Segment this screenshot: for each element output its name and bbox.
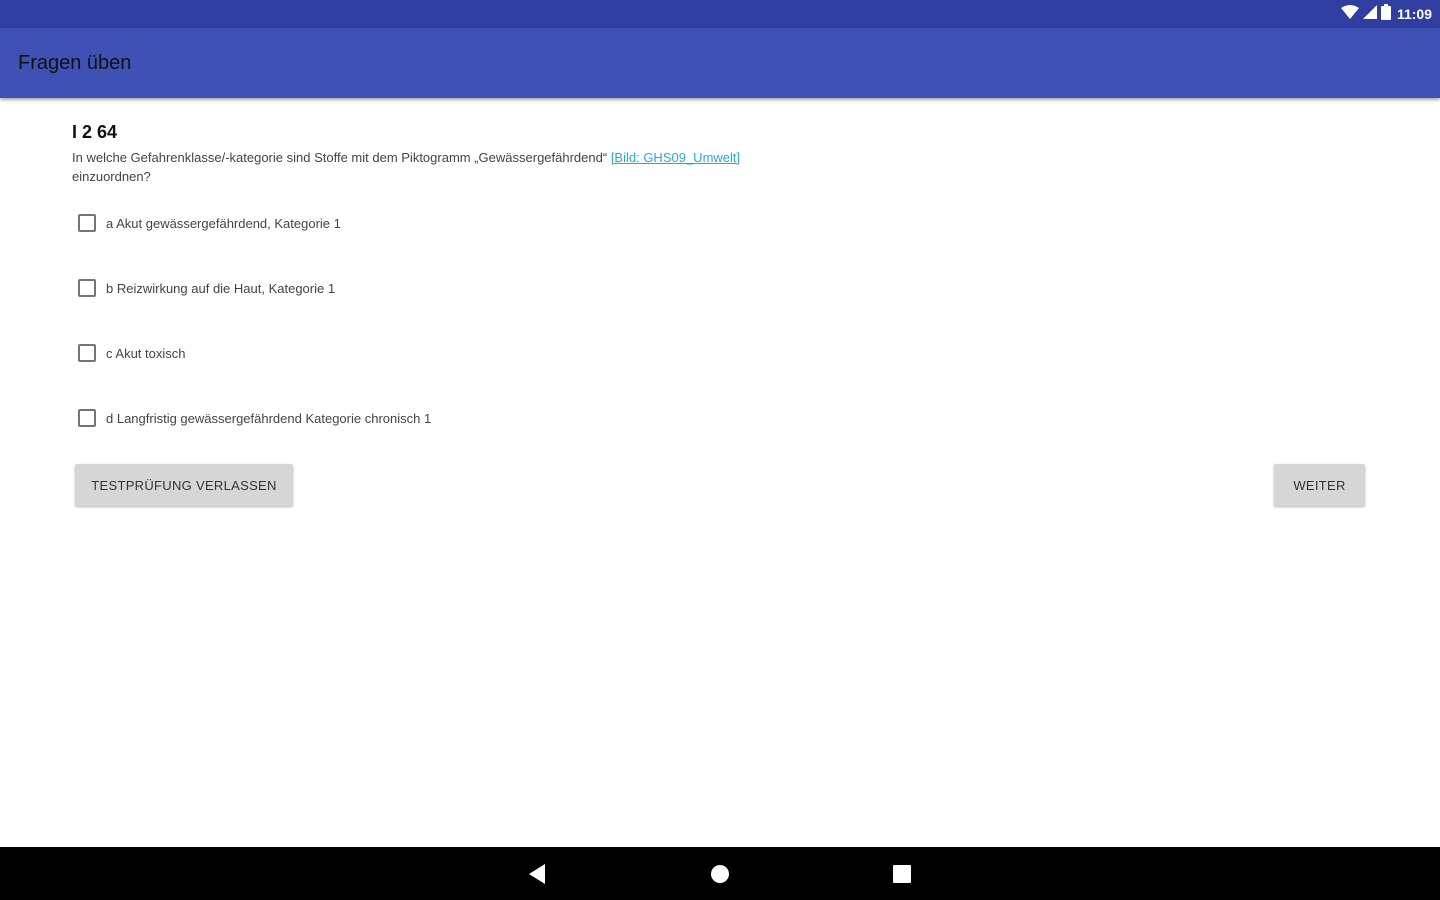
status-time: 11:09 (1396, 6, 1432, 22)
leave-test-button[interactable]: TESTPRÜFUNG VERLASSEN (75, 464, 293, 506)
image-link[interactable]: [Bild: GHS09_Umwelt] (611, 150, 740, 165)
home-icon[interactable] (709, 863, 731, 885)
checkbox-a[interactable] (78, 214, 96, 232)
answer-label-c: c Akut toxisch (106, 345, 186, 361)
question-text-end: einzuordnen? (72, 169, 151, 184)
checkbox-c[interactable] (78, 344, 96, 362)
app-bar: Fragen üben (0, 28, 1440, 98)
app-title: Fragen üben (18, 52, 132, 74)
status-bar: 11:09 (0, 0, 1440, 28)
answer-option-a[interactable]: a Akut gewässergefährdend, Kategorie 1 (78, 211, 341, 235)
question-text-main: In welche Gefahrenklasse/-kategorie sind… (72, 150, 608, 165)
answer-label-a: a Akut gewässergefährdend, Kategorie 1 (106, 215, 341, 231)
status-icons: 11:09 (1340, 3, 1432, 25)
question-content: I 2 64 In welche Gefahrenklasse/-kategor… (0, 98, 1440, 847)
checkbox-d[interactable] (78, 409, 96, 427)
wifi-icon (1340, 4, 1359, 24)
recents-icon[interactable] (891, 863, 913, 885)
answer-option-c[interactable]: c Akut toxisch (78, 341, 185, 365)
checkbox-b[interactable] (78, 279, 96, 297)
answer-option-b[interactable]: b Reizwirkung auf die Haut, Kategorie 1 (78, 276, 335, 300)
signal-icon (1362, 4, 1377, 24)
answer-option-d[interactable]: d Langfristig gewässergefährdend Kategor… (78, 406, 431, 430)
answer-label-b: b Reizwirkung auf die Haut, Kategorie 1 (106, 280, 336, 296)
navigation-bar (0, 847, 1440, 900)
battery-icon (1380, 3, 1391, 25)
question-text: In welche Gefahrenklasse/-kategorie sind… (72, 148, 902, 186)
question-id: I 2 64 (72, 122, 118, 142)
answer-label-d: d Langfristig gewässergefährdend Kategor… (106, 410, 432, 426)
next-button[interactable]: WEITER (1274, 464, 1365, 506)
back-icon[interactable] (527, 863, 549, 885)
